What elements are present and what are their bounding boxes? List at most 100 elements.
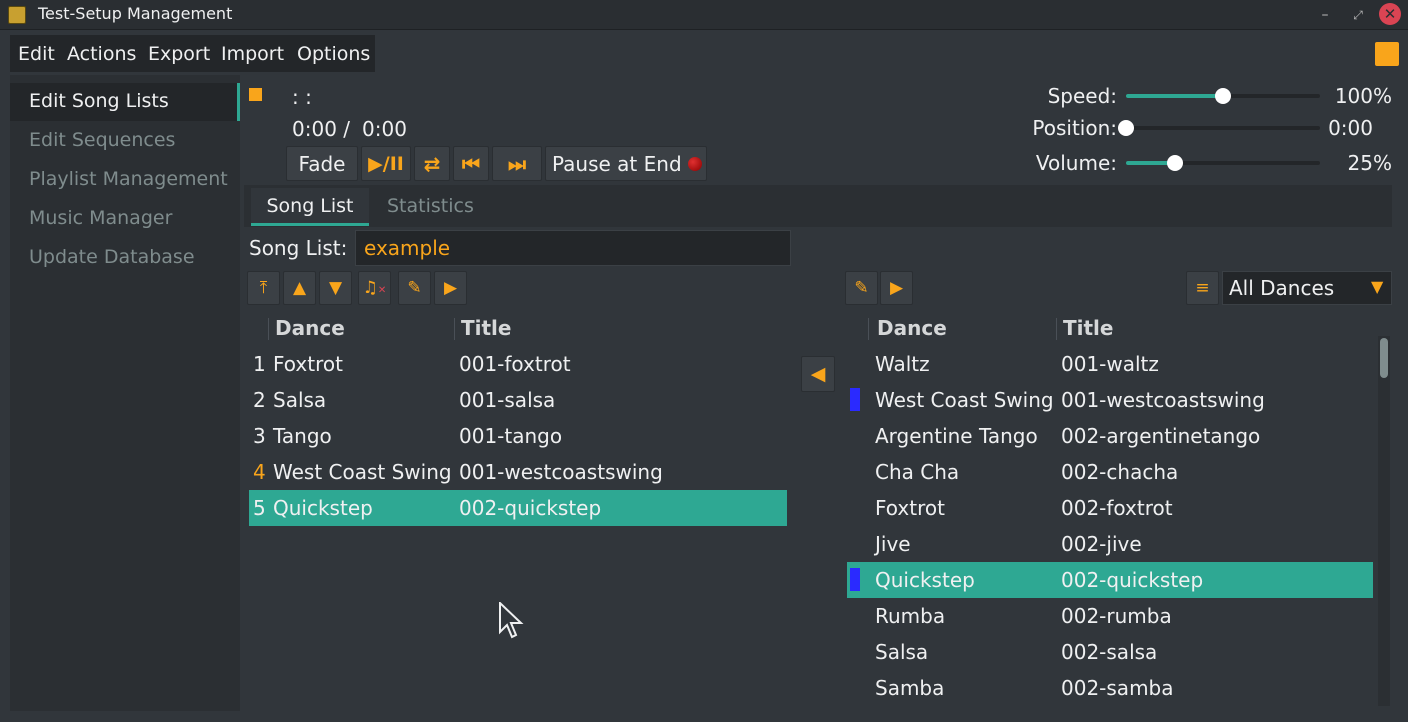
filter-icon: ≡ [1195, 278, 1210, 298]
sidebar-item-edit-song-lists[interactable]: Edit Song Lists [29, 90, 169, 112]
cell-title: 002-rumba [1061, 604, 1172, 628]
right-header-dance[interactable]: Dance [877, 316, 947, 340]
speed-slider-handle[interactable] [1215, 88, 1231, 104]
column-separator [268, 318, 269, 340]
play-icon: ▶ [443, 278, 458, 298]
cell-dance: Salsa [273, 388, 327, 412]
move-top-icon: ⤒ [259, 278, 268, 298]
sidebar-item-music-manager[interactable]: Music Manager [29, 207, 172, 229]
move-up-button[interactable]: ▲ [283, 271, 316, 305]
close-button[interactable]: ✕ [1379, 3, 1401, 25]
add-song-button[interactable]: ◀ [801, 356, 835, 392]
tab-statistics[interactable]: Statistics [387, 195, 474, 217]
move-down-button[interactable]: ▼ [319, 271, 352, 305]
sidebar-item-playlist-management[interactable]: Playlist Management [29, 168, 228, 190]
cell-dance: Tango [273, 424, 332, 448]
position-slider[interactable] [1126, 126, 1320, 130]
column-separator [454, 318, 455, 340]
volume-slider[interactable] [1126, 161, 1320, 165]
play-right-button[interactable]: ▶ [880, 271, 913, 305]
sidebar-item-edit-sequences[interactable]: Edit Sequences [29, 129, 175, 151]
window-title: Test-Setup Management [38, 4, 233, 23]
song-list-field[interactable]: example [355, 230, 791, 266]
pause-at-end-label: Pause at End [552, 151, 682, 176]
arrow-up-icon: ▲ [292, 278, 307, 298]
mouse-cursor-icon [499, 602, 524, 639]
menu-import[interactable]: Import [221, 43, 284, 65]
in-list-marker [850, 388, 860, 411]
loop-button[interactable]: ⇄ [414, 146, 450, 181]
status-indicator[interactable] [1375, 42, 1399, 66]
maximize-button[interactable]: ⤢ [1347, 4, 1369, 26]
stop-indicator-icon [249, 88, 262, 101]
minimize-button[interactable]: – [1314, 4, 1336, 26]
sidebar-item-update-database[interactable]: Update Database [29, 246, 195, 268]
cell-dance: West Coast Swing [875, 388, 1054, 412]
pause-at-end-button[interactable]: Pause at End [545, 146, 707, 181]
speed-label: Speed: [1047, 84, 1117, 108]
chevron-down-icon: ▼ [1371, 277, 1384, 296]
cell-title: 002-chacha [1061, 460, 1179, 484]
fade-button[interactable]: Fade [286, 146, 358, 181]
play-left-button[interactable]: ▶ [434, 271, 467, 305]
position-slider-handle[interactable] [1118, 120, 1134, 136]
time-current: 0:00 / [292, 117, 351, 141]
pencil-icon: ✎ [407, 278, 422, 298]
move-top-button[interactable]: ⤒ [247, 271, 280, 305]
right-header-title[interactable]: Title [1063, 316, 1113, 340]
edit-right-button[interactable]: ✎ [845, 271, 878, 305]
cell-title: 002-foxtrot [1061, 496, 1173, 520]
play-icon: ▶ [889, 278, 904, 298]
menu-actions[interactable]: Actions [67, 43, 136, 65]
remove-song-button[interactable]: ♫✕ [358, 271, 391, 305]
arrow-down-icon: ▼ [328, 278, 343, 298]
row-number: 3 [253, 424, 266, 448]
cell-title: 002-quickstep [459, 496, 602, 520]
record-indicator-icon [687, 156, 702, 171]
filter-button[interactable]: ≡ [1186, 271, 1219, 305]
cell-dance: Foxtrot [273, 352, 343, 376]
previous-button[interactable]: ⏮ [453, 146, 489, 181]
cell-title: 001-waltz [1061, 352, 1159, 376]
next-button[interactable]: ⏭ [492, 146, 542, 181]
cell-dance: Salsa [875, 640, 929, 664]
scrollbar[interactable] [1378, 336, 1390, 706]
play-pause-button[interactable]: ▶/II [361, 146, 411, 181]
volume-label: Volume: [1035, 151, 1117, 175]
tab-song-list[interactable]: Song List [251, 188, 369, 226]
speed-value: 100% [1334, 84, 1392, 108]
pencil-icon: ✎ [854, 278, 869, 298]
row-number: 2 [253, 388, 266, 412]
row-number: 5 [253, 496, 266, 520]
cell-dance: Argentine Tango [875, 424, 1038, 448]
remove-song-icon: ♫✕ [362, 278, 387, 298]
menu-edit[interactable]: Edit [18, 43, 55, 65]
app-icon [8, 6, 26, 24]
row-number: 1 [253, 352, 266, 376]
row-number: 4 [253, 460, 266, 484]
cell-dance: Rumba [875, 604, 946, 628]
volume-value: 25% [1347, 151, 1392, 175]
speed-slider-fill [1126, 94, 1223, 98]
left-header-dance[interactable]: Dance [275, 316, 345, 340]
cell-title: 002-salsa [1061, 640, 1158, 664]
cell-dance: Jive [875, 532, 911, 556]
song-list-label: Song List: [249, 236, 348, 260]
in-list-marker [850, 568, 860, 591]
cell-dance: Foxtrot [875, 496, 945, 520]
time-total: 0:00 [362, 117, 407, 141]
cell-dance: Quickstep [875, 568, 975, 592]
menu-options[interactable]: Options [297, 43, 370, 65]
cell-title: 001-westcoastswing [1061, 388, 1265, 412]
scrollbar-thumb[interactable] [1380, 338, 1388, 378]
menu-export[interactable]: Export [148, 43, 210, 65]
cell-dance: Quickstep [273, 496, 373, 520]
cell-title: 002-jive [1061, 532, 1142, 556]
left-header-title[interactable]: Title [461, 316, 511, 340]
edit-left-button[interactable]: ✎ [398, 271, 431, 305]
volume-slider-handle[interactable] [1166, 155, 1183, 171]
cell-title: 001-tango [459, 424, 563, 448]
cell-dance: West Coast Swing [273, 460, 452, 484]
dance-filter-select[interactable]: All Dances ▼ [1222, 271, 1392, 305]
cell-title: 002-argentinetango [1061, 424, 1261, 448]
